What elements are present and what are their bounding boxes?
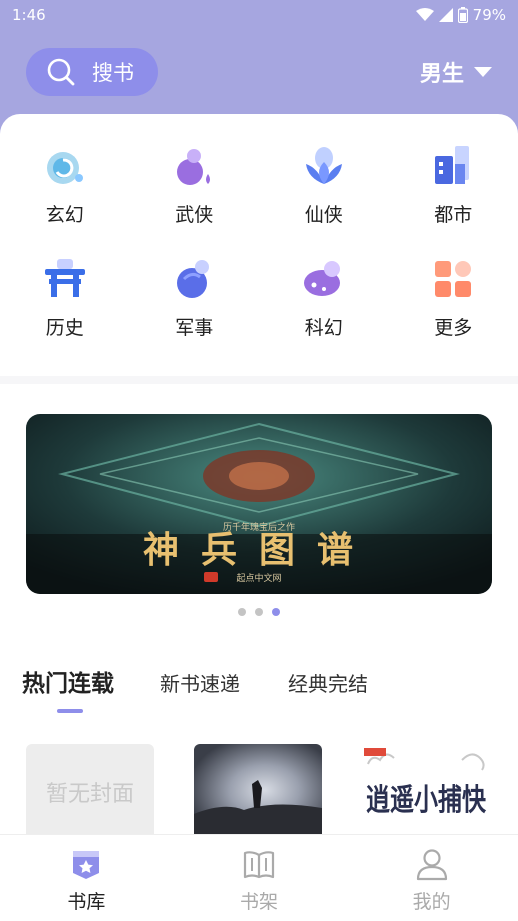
search-label: 搜书: [92, 61, 134, 85]
tab-indicator: [57, 709, 83, 713]
book-cover: 逍遥小捕快: [362, 744, 490, 836]
lotus-icon: [305, 147, 342, 184]
gender-selector[interactable]: 男生: [420, 56, 492, 88]
battery-icon: [457, 7, 468, 23]
book-card[interactable]: 逍遥小捕快: [362, 744, 490, 836]
book-card[interactable]: [194, 744, 322, 836]
category-junshi[interactable]: 军事: [130, 257, 260, 340]
category-kehuan[interactable]: 科幻: [259, 257, 389, 340]
tab-classic-finished[interactable]: 经典完结: [288, 668, 368, 697]
nav-bookstore[interactable]: 书库: [0, 835, 173, 921]
category-label: 玄幻: [45, 204, 84, 226]
grenade-icon: [177, 260, 210, 298]
category-label: 科幻: [304, 317, 343, 339]
status-bar: 1:46 79%: [0, 0, 518, 30]
gender-label: 男生: [419, 62, 464, 87]
bottom-navigation: 书库 书架 我的: [0, 834, 518, 921]
search-icon: [47, 58, 75, 86]
caret-down-icon: [474, 66, 492, 77]
category-label: 历史: [45, 317, 84, 339]
planet-icon: [303, 261, 340, 296]
status-time: 1:46: [12, 6, 46, 24]
book-cover: [194, 744, 322, 836]
category-xianxia[interactable]: 仙侠: [259, 144, 389, 227]
category-dushi[interactable]: 都市: [389, 144, 518, 227]
signal-icon: [438, 8, 453, 22]
book-list: 暂无封面 逍遥小捕快: [26, 744, 490, 836]
category-lishi[interactable]: 历史: [0, 257, 130, 340]
category-label: 仙侠: [304, 204, 343, 226]
book-cover-title: 逍遥小捕快: [366, 783, 487, 818]
nav-label: 书库: [67, 891, 106, 913]
banner-publisher: 起点中文网: [236, 572, 281, 584]
wifi-icon: [415, 8, 434, 21]
carousel-dot-active[interactable]: [272, 608, 280, 616]
book-card[interactable]: 暂无封面: [26, 744, 154, 836]
profile-icon: [416, 849, 447, 881]
banner-carousel[interactable]: 历千年瑰宝后之作 神兵图谱 起点中文网: [26, 414, 492, 594]
book-cover-placeholder: 暂无封面: [45, 782, 134, 807]
category-label: 武侠: [175, 204, 214, 226]
category-grid: 玄幻 武侠 仙侠 都市 历史 军事 科幻 更多: [0, 144, 518, 340]
category-label: 都市: [434, 204, 473, 226]
category-label: 更多: [434, 317, 473, 339]
swirl-icon: [46, 152, 83, 184]
ranking-tabs: 热门连载 新书速递 经典完结: [22, 664, 416, 698]
category-label: 军事: [175, 317, 214, 339]
banner-image: 历千年瑰宝后之作 神兵图谱 起点中文网: [26, 414, 492, 594]
nav-label: 我的: [412, 891, 451, 913]
nav-label: 书架: [240, 891, 279, 913]
gate-icon: [44, 259, 85, 297]
category-card: 玄幻 武侠 仙侠 都市 历史 军事 科幻 更多: [0, 114, 518, 376]
bookstore-icon: [73, 851, 100, 879]
category-wuxia[interactable]: 武侠: [130, 144, 260, 227]
nav-bookshelf[interactable]: 书架: [173, 835, 346, 921]
category-xuanhuan[interactable]: 玄幻: [0, 144, 130, 227]
search-button[interactable]: 搜书: [26, 48, 158, 96]
section-divider: [0, 376, 518, 384]
carousel-dot[interactable]: [255, 608, 263, 616]
battery-level: 79%: [472, 6, 506, 24]
status-indicators: 79%: [415, 6, 506, 24]
gourd-icon: [177, 149, 211, 185]
carousel-dot[interactable]: [238, 608, 246, 616]
grid-icon: [435, 261, 472, 297]
tab-new-books[interactable]: 新书速递: [160, 668, 240, 697]
banner-title: 神兵图谱: [143, 529, 375, 571]
bookshelf-icon: [243, 851, 275, 879]
nav-profile[interactable]: 我的: [345, 835, 518, 921]
carousel-indicator: [0, 608, 518, 616]
buildings-icon: [435, 146, 470, 184]
tab-hot-serial[interactable]: 热门连载: [22, 664, 114, 698]
category-more[interactable]: 更多: [389, 257, 518, 340]
